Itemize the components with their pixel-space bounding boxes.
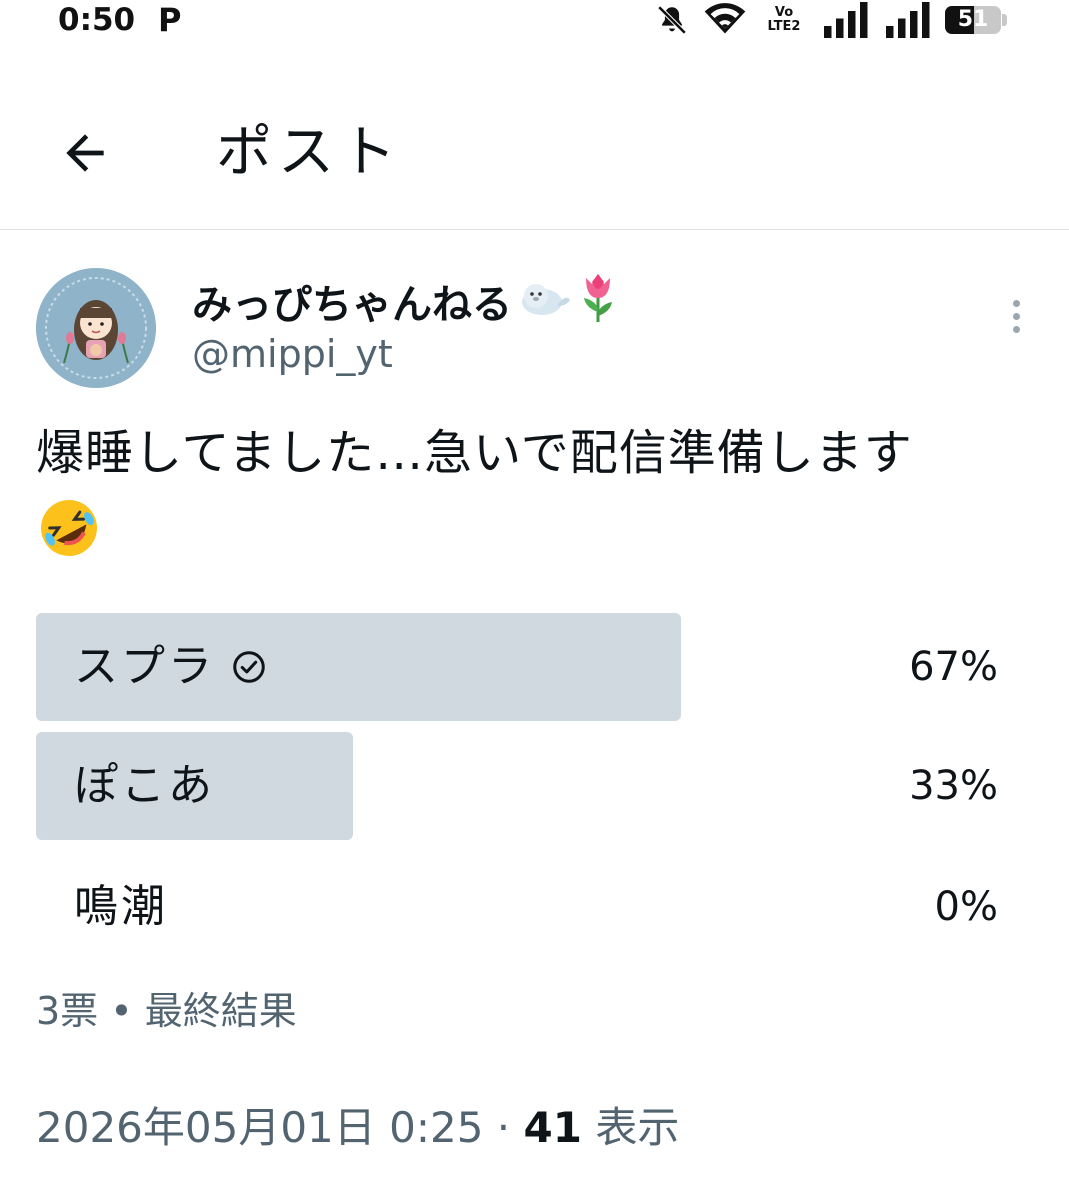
post-timestamp[interactable]: 2026年05月01日 0:25 ·: [36, 1103, 510, 1152]
app-indicator: P: [158, 1, 182, 39]
post-meta: 2026年05月01日 0:25 · 41 表示: [36, 1100, 679, 1156]
poll-option-percent: 33%: [909, 763, 998, 809]
arrow-left-icon: [66, 134, 104, 172]
tulip-emoji: [578, 272, 618, 338]
signal-icon: [821, 2, 869, 38]
poll-option-label: ぽこあ: [74, 760, 215, 811]
top-bar: ポスト: [0, 90, 1069, 230]
poll-option-3[interactable]: 鳴潮 0%: [36, 853, 998, 961]
status-bar: 0:50 P Vo LTE2 51: [0, 0, 1069, 44]
poll-option-label: スプラ: [74, 641, 215, 692]
check-circle-icon: [233, 651, 265, 683]
author-name-row[interactable]: みっぴちゃんねる: [192, 272, 618, 338]
more-vertical-icon: [1012, 299, 1020, 307]
post-text: 爆睡してました…急いで配信準備します: [36, 425, 913, 481]
rolling-on-the-floor-laughing-emoji: [38, 497, 100, 559]
battery-level: 51: [957, 7, 989, 32]
view-label: 表示: [595, 1103, 680, 1152]
battery-icon: 51: [945, 5, 1007, 35]
page-title: ポスト: [216, 120, 402, 185]
signal-icon: [883, 2, 931, 38]
more-options-button[interactable]: [996, 292, 1036, 340]
poll-summary: 3票 • 最終結果: [36, 989, 297, 1033]
poll-option-percent: 67%: [909, 644, 998, 690]
volte-icon: Vo LTE2: [767, 5, 801, 34]
poll-option-label: 鳴潮: [74, 881, 168, 932]
avatar[interactable]: [36, 268, 156, 388]
author-handle[interactable]: @mippi_yt: [192, 330, 393, 378]
author-display-name: みっぴちゃんねる: [192, 282, 512, 328]
status-time: 0:50: [58, 2, 136, 38]
view-count: 41: [523, 1103, 582, 1152]
back-button[interactable]: [50, 120, 120, 186]
poll-option-1[interactable]: スプラ 67%: [36, 613, 998, 721]
poll-option-percent: 0%: [934, 884, 998, 930]
status-icons: Vo LTE2 51: [655, 2, 1007, 38]
bell-muted-icon: [655, 3, 689, 37]
wifi-icon: [703, 3, 747, 37]
poll-option-2[interactable]: ぽこあ 33%: [36, 732, 998, 840]
seal-emoji: [518, 276, 572, 334]
